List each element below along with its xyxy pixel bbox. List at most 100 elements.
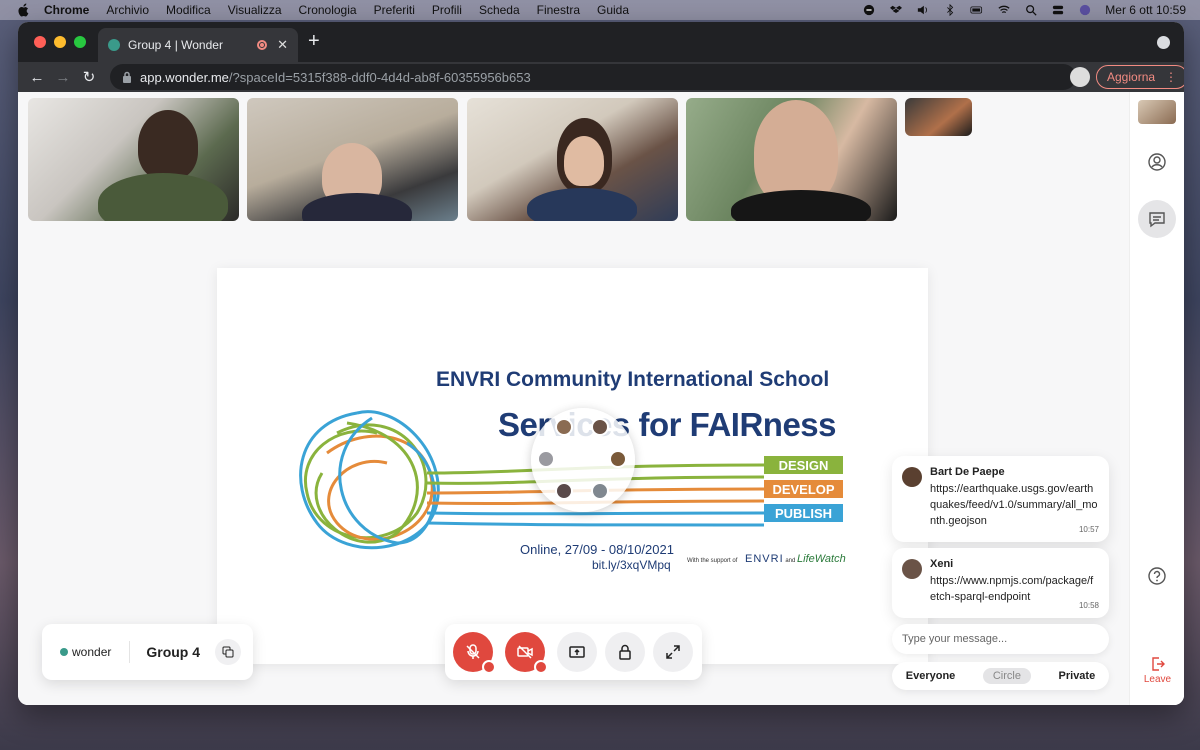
apple-icon[interactable] <box>16 3 30 17</box>
group-info-card: wonder Group 4 <box>42 624 253 680</box>
slide-bar-design: DESIGN <box>764 456 843 474</box>
menu-modifica[interactable]: Modifica <box>166 3 211 17</box>
battery-icon[interactable] <box>970 4 984 16</box>
video-tile-small[interactable] <box>905 98 972 136</box>
participant-circle[interactable] <box>531 408 635 512</box>
minimize-window-button[interactable] <box>54 36 66 48</box>
forward-button[interactable]: → <box>50 69 76 86</box>
update-label: Aggiorna <box>1107 70 1156 84</box>
circle-avatar[interactable] <box>591 482 609 500</box>
video-tile[interactable] <box>247 98 458 221</box>
participant-video <box>98 173 228 221</box>
back-button[interactable]: ← <box>24 69 50 86</box>
envri-logo: ENVRI <box>745 553 784 565</box>
participant-video <box>302 193 412 221</box>
lock-circle-button[interactable] <box>605 632 645 672</box>
tab-search-icon[interactable] <box>1157 36 1170 49</box>
menu-preferiti[interactable]: Preferiti <box>374 3 415 17</box>
self-video-thumbnail[interactable] <box>1138 100 1176 124</box>
leave-label: Leave <box>1143 674 1172 685</box>
browser-window: Group 4 | Wonder ✕ + ← → ↻ app.wonder.me… <box>18 22 1184 705</box>
menu-bar-tray: Mer 6 ott 10:59 <box>862 0 1186 20</box>
siri-icon[interactable] <box>1078 4 1092 16</box>
search-icon[interactable] <box>1024 4 1038 16</box>
circle-avatar[interactable] <box>591 418 609 436</box>
message-text[interactable]: https://earthquake.usgs.gov/earthquakes/… <box>930 481 1099 529</box>
slide-link: bit.ly/3xqVMpq <box>592 558 671 572</box>
dropbox-icon[interactable] <box>889 4 903 16</box>
copy-link-button[interactable] <box>215 639 241 665</box>
fullscreen-button[interactable] <box>653 632 693 672</box>
shared-screen-slide: ENVRI Community International School Ser… <box>217 268 928 664</box>
user-profile-icon[interactable] <box>1147 152 1167 172</box>
microphone-button[interactable] <box>453 632 496 674</box>
tab-title: Group 4 | Wonder <box>128 38 223 52</box>
right-sidebar: Leave <box>1129 92 1184 705</box>
mic-off-icon <box>466 644 480 659</box>
url-path: /?spaceId=5315f388-ddf0-4d4d-ab8f-603559… <box>228 69 531 85</box>
update-button[interactable]: Aggiorna ⋮ <box>1096 65 1184 89</box>
chat-message: Bart De Paepe https://earthquake.usgs.go… <box>892 456 1109 542</box>
and-label: and <box>785 558 796 564</box>
mic-options-chevron-icon[interactable] <box>482 660 496 674</box>
leave-button[interactable]: Leave <box>1130 656 1184 685</box>
bluetooth-icon[interactable] <box>943 4 957 16</box>
menu-cronologia[interactable]: Cronologia <box>299 3 357 17</box>
group-name: Group 4 <box>146 644 201 660</box>
menu-chrome[interactable]: Chrome <box>44 3 89 17</box>
circle-avatar[interactable] <box>555 482 573 500</box>
help-icon[interactable] <box>1147 566 1167 586</box>
chat-message: Xeni https://www.npmjs.com/package/fetch… <box>892 548 1109 618</box>
menu-visualizza[interactable]: Visualizza <box>228 3 282 17</box>
menu-finestra[interactable]: Finestra <box>537 3 580 17</box>
chat-icon <box>1149 212 1165 228</box>
slide-bar-publish: PUBLISH <box>764 504 843 522</box>
camera-button[interactable] <box>505 632 548 674</box>
address-bar[interactable]: app.wonder.me/?spaceId=5315f388-ddf0-4d4… <box>110 64 1076 90</box>
tab-group-4[interactable]: Group 4 | Wonder ✕ <box>98 28 298 62</box>
reload-button[interactable]: ↻ <box>76 68 102 86</box>
wonder-logo-icon <box>60 648 68 656</box>
support-label: With the support of <box>687 558 738 564</box>
wifi-icon[interactable] <box>997 4 1011 16</box>
slide-dates: Online, 27/09 - 08/10/2021 <box>520 542 674 557</box>
menu-profili[interactable]: Profili <box>432 3 462 17</box>
video-tile[interactable] <box>467 98 678 221</box>
minus-circle-icon[interactable] <box>862 4 876 16</box>
close-window-button[interactable] <box>34 36 46 48</box>
message-author: Bart De Paepe <box>930 466 1005 478</box>
circle-avatar[interactable] <box>555 418 573 436</box>
control-center-icon[interactable] <box>1051 4 1065 16</box>
lock-icon[interactable] <box>122 71 132 83</box>
menu-scheda[interactable]: Scheda <box>479 3 520 17</box>
participant-video <box>527 188 637 221</box>
window-controls <box>34 36 86 48</box>
tab-private[interactable]: Private <box>1059 670 1096 682</box>
browser-menu-icon[interactable]: ⋮ <box>1165 70 1177 84</box>
maximize-window-button[interactable] <box>74 36 86 48</box>
slide-support-text: With the support of ENVRI and LifeWatch <box>687 553 846 565</box>
participant-video <box>564 136 604 186</box>
video-tile[interactable] <box>28 98 239 221</box>
circle-avatar[interactable] <box>537 450 555 468</box>
video-tile[interactable] <box>686 98 897 221</box>
new-tab-button[interactable]: + <box>308 31 320 51</box>
url-host: app.wonder.me <box>140 69 229 85</box>
message-author: Xeni <box>930 558 954 570</box>
share-screen-button[interactable] <box>557 632 597 672</box>
profile-avatar[interactable] <box>1070 67 1090 87</box>
participant-video <box>731 190 871 221</box>
camera-off-icon <box>517 645 533 659</box>
menu-archivio[interactable]: Archivio <box>106 3 149 17</box>
tab-circle[interactable]: Circle <box>982 668 1031 684</box>
copy-icon <box>222 646 234 658</box>
menu-bar-datetime[interactable]: Mer 6 ott 10:59 <box>1105 3 1186 17</box>
camera-options-chevron-icon[interactable] <box>534 660 548 674</box>
close-tab-icon[interactable]: ✕ <box>277 37 288 53</box>
chat-audience-tabs: Everyone Circle Private <box>892 662 1109 690</box>
tab-everyone[interactable]: Everyone <box>906 670 956 682</box>
volume-icon[interactable] <box>916 4 930 16</box>
circle-avatar[interactable] <box>609 450 627 468</box>
chat-message-input[interactable] <box>892 624 1109 654</box>
menu-guida[interactable]: Guida <box>597 3 629 17</box>
